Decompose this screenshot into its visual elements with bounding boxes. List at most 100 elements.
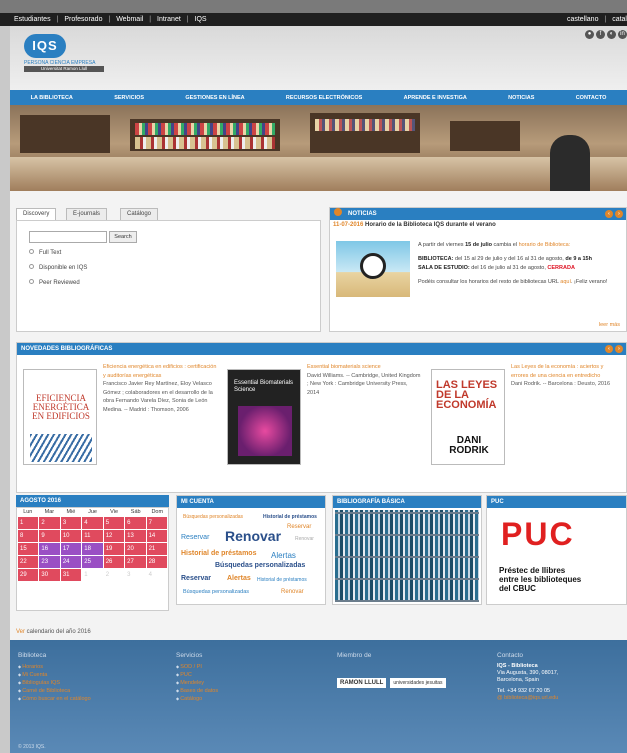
calendar-day[interactable]: 11 bbox=[82, 530, 103, 542]
calendar-day[interactable]: 2 bbox=[39, 517, 60, 529]
book-title-link[interactable]: Las Leyes de la economía : aciertos y er… bbox=[511, 363, 621, 380]
calendar-day[interactable]: 29 bbox=[18, 569, 39, 581]
footer-link[interactable]: Horarios bbox=[18, 663, 91, 671]
aqui-link[interactable]: aquí bbox=[560, 279, 571, 285]
book-title-link[interactable]: Essential biomaterials science bbox=[307, 363, 421, 372]
search-input[interactable] bbox=[29, 231, 107, 243]
book-cover[interactable]: EFICIENCIA ENERGÉTICA EN EDIFICIOS bbox=[23, 369, 97, 465]
calendar-day[interactable]: 4 bbox=[82, 517, 103, 529]
calendar-day[interactable]: 10 bbox=[60, 530, 82, 542]
footer-link[interactable]: Bases de datos bbox=[176, 687, 218, 695]
book-cover[interactable]: Essential Biomaterials Science bbox=[227, 369, 301, 465]
calendar-day[interactable]: 12 bbox=[103, 530, 125, 542]
prev-arrow-icon[interactable]: ‹ bbox=[605, 345, 613, 353]
calendar-day[interactable]: 15 bbox=[18, 543, 39, 555]
next-arrow-icon[interactable]: › bbox=[615, 210, 623, 218]
calendar-day[interactable]: 5 bbox=[103, 517, 125, 529]
site-header: IQS PERSONA CIENCIA EMPRESA Universitat … bbox=[10, 26, 627, 90]
calendar-day[interactable]: 17 bbox=[60, 543, 82, 555]
footer-link[interactable]: Biblioguías IQS bbox=[18, 679, 91, 687]
news-headline[interactable]: 11-07-2016 Horario de la Biblioteca IQS … bbox=[333, 222, 496, 228]
calendar-day[interactable]: 14 bbox=[146, 530, 167, 542]
jesuit-universities-logo[interactable]: universidades jesuitas bbox=[390, 678, 446, 688]
option-peer-reviewed[interactable]: Peer Reviewed bbox=[29, 279, 80, 286]
nav-aprende[interactable]: APRENDE E INVESTIGA bbox=[404, 95, 467, 101]
nav-noticias[interactable]: NOTICIAS bbox=[508, 95, 534, 101]
book-cover[interactable]: LAS LEYES DE LA ECONOMÍA DANI RODRIK bbox=[431, 369, 505, 465]
lang-catala[interactable]: catal bbox=[612, 16, 627, 23]
calendar-day[interactable]: 26 bbox=[103, 556, 125, 568]
footer-link[interactable]: Mi Cuenta bbox=[18, 671, 91, 679]
calendar-day[interactable]: 13 bbox=[125, 530, 146, 542]
link-webmail[interactable]: Webmail bbox=[116, 16, 143, 23]
calendar-day[interactable]: 28 bbox=[146, 556, 167, 568]
calendar-day[interactable]: 6 bbox=[125, 517, 146, 529]
horario-link[interactable]: horario de Biblioteca: bbox=[519, 242, 571, 248]
calendar-year-link[interactable]: Ver calendario del año 2016 bbox=[16, 629, 91, 635]
language-switcher: castellano | catal bbox=[567, 13, 627, 26]
footer-link[interactable]: PUC bbox=[176, 671, 218, 679]
link-estudiantes[interactable]: Estudiantes bbox=[14, 16, 51, 23]
nav-contacto[interactable]: CONTACTO bbox=[576, 95, 607, 101]
calendar-day[interactable]: 19 bbox=[103, 543, 125, 555]
link-intranet[interactable]: Intranet bbox=[157, 16, 181, 23]
nav-la-biblioteca[interactable]: LA BIBLIOTECA bbox=[31, 95, 73, 101]
linkedin-icon[interactable]: in bbox=[618, 30, 627, 39]
calendar-day[interactable]: 1 bbox=[18, 517, 39, 529]
option-label: Full Text bbox=[39, 250, 62, 256]
puc-panel[interactable]: PUC PUC Préstec de llibres entre les bib… bbox=[486, 495, 627, 605]
ramon-llull-logo[interactable]: RAMON LLULL bbox=[337, 678, 387, 688]
calendar-day[interactable]: 20 bbox=[125, 543, 146, 555]
leer-mas-link[interactable]: leer más bbox=[599, 322, 620, 328]
link-iqs[interactable]: IQS bbox=[195, 16, 207, 23]
calendar-day[interactable]: 25 bbox=[82, 556, 103, 568]
calendar-day[interactable]: 4 bbox=[146, 569, 167, 581]
calendar-day[interactable]: 3 bbox=[125, 569, 146, 581]
calendar-day[interactable]: 9 bbox=[39, 530, 60, 542]
basic-bibliography-panel[interactable]: BIBLIOGRAFÍA BÁSICA bbox=[332, 495, 482, 605]
footer-link[interactable]: Catálogo bbox=[176, 695, 218, 703]
footer-link[interactable]: Cómo buscar en el catálogo bbox=[18, 695, 90, 703]
github-icon[interactable]: ● bbox=[585, 30, 594, 39]
calendar-day[interactable]: 21 bbox=[146, 543, 167, 555]
calendar-day[interactable]: 24 bbox=[60, 556, 82, 568]
next-arrow-icon[interactable]: › bbox=[615, 345, 623, 353]
link-profesorado[interactable]: Profesorado bbox=[64, 16, 102, 23]
nav-servicios[interactable]: SERVICIOS bbox=[114, 95, 144, 101]
tab-catalogo[interactable]: Catálogo bbox=[120, 208, 159, 220]
tab-ejournals[interactable]: E-journals bbox=[66, 208, 108, 220]
book-title-link[interactable]: Eficiencia energética en edificios : cer… bbox=[103, 363, 217, 380]
ver-link[interactable]: Ver bbox=[16, 629, 25, 635]
my-account-panel[interactable]: MI CUENTA Búsquedas personalizadas Histo… bbox=[176, 495, 326, 605]
calendar-day[interactable]: 18 bbox=[82, 543, 103, 555]
prev-arrow-icon[interactable]: ‹ bbox=[605, 210, 613, 218]
calendar-day[interactable]: 31 bbox=[60, 569, 82, 581]
search-button[interactable]: Search bbox=[109, 231, 137, 243]
option-disponible[interactable]: Disponible en IQS bbox=[29, 264, 87, 271]
calendar-day[interactable]: 22 bbox=[18, 556, 39, 568]
text: A partir del viernes bbox=[418, 242, 466, 248]
news-image bbox=[336, 241, 410, 297]
calendar-day[interactable]: 1 bbox=[82, 569, 103, 581]
calendar-day[interactable]: 3 bbox=[60, 517, 82, 529]
nav-gestiones[interactable]: GESTIONES EN LÍNEA bbox=[185, 95, 244, 101]
calendar-day[interactable]: 30 bbox=[39, 569, 60, 581]
contact-email-link[interactable]: @ biblioteca@iqs.url.edu bbox=[497, 695, 558, 702]
lang-castellano[interactable]: castellano bbox=[567, 16, 599, 23]
footer-link[interactable]: SOD / PI bbox=[176, 663, 218, 671]
iqs-logo[interactable]: IQS bbox=[24, 34, 66, 58]
calendar-day[interactable]: 27 bbox=[125, 556, 146, 568]
calendar-day[interactable]: 2 bbox=[103, 569, 125, 581]
calendar-day[interactable]: 7 bbox=[146, 517, 167, 529]
calendar-day[interactable]: 16 bbox=[39, 543, 60, 555]
flickr-icon[interactable]: ◐ bbox=[607, 30, 616, 39]
calendar-day[interactable]: 23 bbox=[39, 556, 60, 568]
facebook-icon[interactable]: f bbox=[596, 30, 605, 39]
footer-link[interactable]: Carné de Biblioteca bbox=[18, 687, 91, 695]
option-full-text[interactable]: Full Text bbox=[29, 249, 61, 256]
tab-discovery[interactable]: Discovery bbox=[16, 208, 57, 220]
nav-recursos[interactable]: RECURSOS ELECTRÓNICOS bbox=[286, 95, 362, 101]
footer-link[interactable]: Mendeley bbox=[176, 679, 218, 687]
word-cloud-term: Alertas bbox=[227, 575, 251, 582]
calendar-day[interactable]: 8 bbox=[18, 530, 39, 542]
